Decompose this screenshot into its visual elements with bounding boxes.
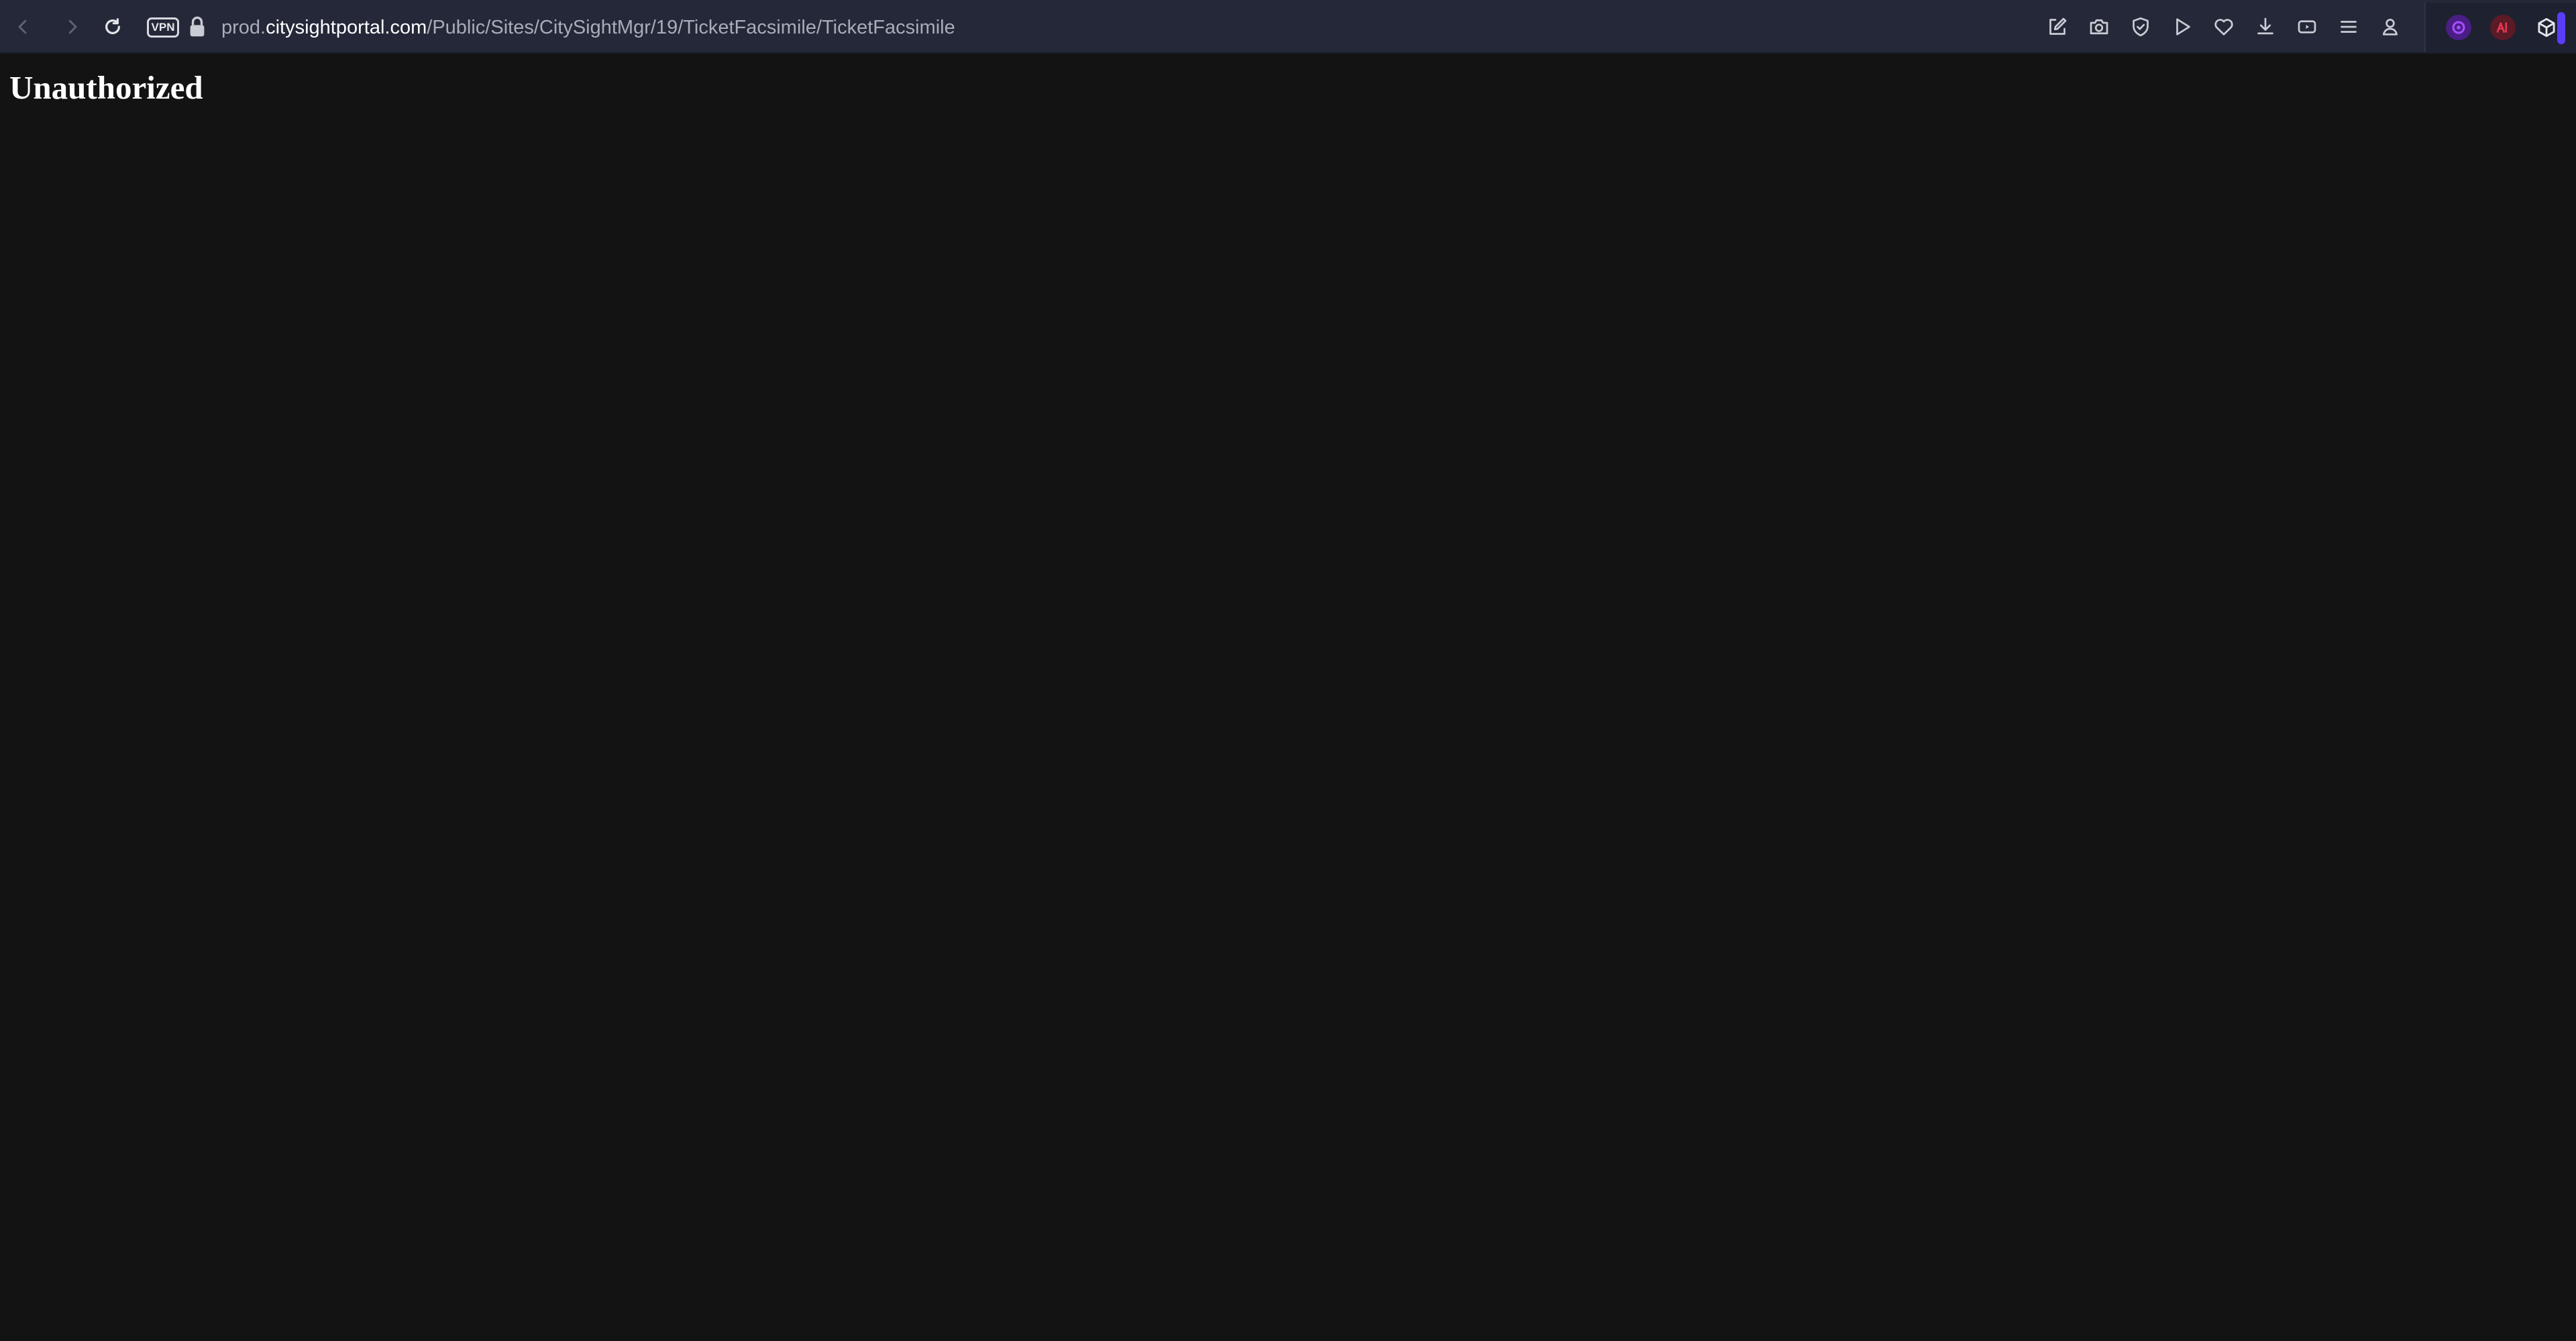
cube-icon[interactable]	[2534, 15, 2559, 40]
profile-icon[interactable]	[2378, 15, 2402, 39]
extension-icon[interactable]	[2446, 15, 2471, 40]
page-title: Unauthorized	[9, 69, 203, 106]
ai-extension-icon[interactable]	[2490, 15, 2516, 40]
back-icon	[18, 19, 27, 34]
reload-icon	[105, 18, 120, 34]
extensions-area	[2424, 3, 2576, 52]
browser-toolbar: VPN prod.citysightportal.com/Public/Site…	[0, 0, 2576, 54]
sidebar-accent-bar[interactable]	[2557, 12, 2565, 44]
download-icon[interactable]	[2253, 15, 2277, 39]
url-domain: citysightportal.com	[266, 17, 427, 38]
lock-icon[interactable]	[189, 15, 206, 38]
shield-icon[interactable]	[2129, 15, 2153, 39]
forward-icon	[68, 19, 77, 34]
menu-icon[interactable]	[2337, 15, 2361, 39]
reload-button[interactable]	[98, 12, 127, 42]
forward-button[interactable]	[58, 12, 87, 42]
wallet-icon[interactable]	[2295, 15, 2319, 39]
url-prefix: prod.	[221, 17, 266, 38]
camera-icon[interactable]	[2087, 15, 2111, 39]
vpn-badge[interactable]: VPN	[147, 17, 179, 38]
edit-icon[interactable]	[2045, 15, 2070, 39]
heart-icon[interactable]	[2212, 15, 2236, 39]
play-icon[interactable]	[2170, 15, 2194, 39]
address-bar[interactable]: prod.citysightportal.com/Public/Sites/Ci…	[221, 14, 955, 41]
url-path: /Public/Sites/CitySightMgr/19/TicketFacs…	[427, 17, 955, 38]
back-button[interactable]	[8, 12, 38, 42]
